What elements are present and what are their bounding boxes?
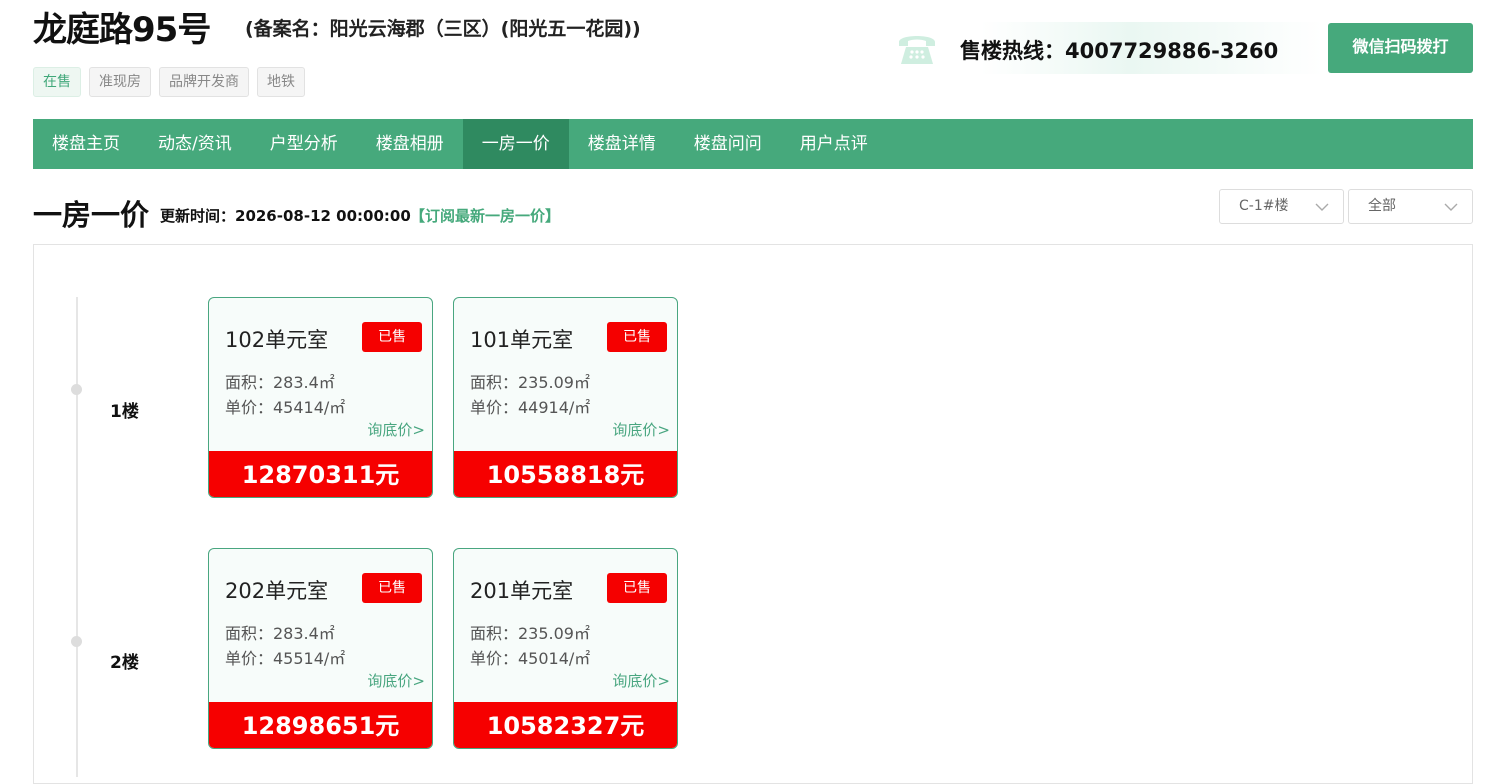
page-title: 龙庭路95号 <box>33 10 211 50</box>
total-price: 10558818元 <box>454 451 677 497</box>
unit-area: 面积：283.4㎡ <box>225 373 335 392</box>
unit-name: 101单元室 <box>470 328 574 352</box>
floor-timeline <box>76 297 78 777</box>
section-title: 一房一价 <box>33 198 150 232</box>
status-badge: 已售 <box>607 573 667 603</box>
status-select-value: 全部 <box>1368 198 1396 214</box>
unit-price-panel: 1楼 102单元室 已售 面积：283.4㎡ 单价：45414/㎡ 询底价> 1… <box>33 244 1473 784</box>
tab-unit-prices[interactable]: 一房一价 <box>462 119 569 169</box>
inquire-price-link[interactable]: 询底价> <box>612 419 670 440</box>
status-select[interactable]: 全部 <box>1348 189 1473 224</box>
unit-card[interactable]: 102单元室 已售 面积：283.4㎡ 单价：45414/㎡ 询底价> 1287… <box>208 297 433 498</box>
inquire-price-link[interactable]: 询底价> <box>367 419 425 440</box>
building-select-value: C-1#楼 <box>1239 198 1289 214</box>
sales-hotline: 售楼热线：4007729886-3260 <box>960 39 1279 63</box>
tab-reviews[interactable]: 用户点评 <box>781 119 887 169</box>
unit-name: 202单元室 <box>225 579 329 603</box>
timeline-dot <box>71 384 82 395</box>
unit-price-per-m2: 单价：45414/㎡ <box>225 398 346 417</box>
tag-list: 在售 准现房 品牌开发商 地铁 <box>33 67 305 97</box>
floor-label: 2楼 <box>110 653 139 673</box>
chevron-down-icon <box>1315 203 1329 211</box>
registered-name: (备案名：阳光云海郡（三区）(阳光五一花园)) <box>245 18 641 40</box>
status-badge: 已售 <box>362 573 422 603</box>
wechat-call-button[interactable]: 微信扫码拨打 <box>1328 23 1473 73</box>
unit-area: 面积：235.09㎡ <box>470 373 590 392</box>
tab-questions[interactable]: 楼盘问问 <box>675 119 781 169</box>
unit-name: 201单元室 <box>470 579 574 603</box>
unit-card[interactable]: 101单元室 已售 面积：235.09㎡ 单价：44914/㎡ 询底价> 105… <box>453 297 678 498</box>
floor-label: 1楼 <box>110 402 139 422</box>
tag-brand-developer: 品牌开发商 <box>159 67 249 97</box>
unit-price-per-m2: 单价：45014/㎡ <box>470 649 591 668</box>
status-badge: 已售 <box>607 322 667 352</box>
tab-home[interactable]: 楼盘主页 <box>33 119 139 169</box>
inquire-price-link[interactable]: 询底价> <box>612 670 670 691</box>
timeline-dot <box>71 636 82 647</box>
unit-price-per-m2: 单价：45514/㎡ <box>225 649 346 668</box>
phone-icon <box>899 36 935 64</box>
update-time: 更新时间：2026-08-12 00:00:00 <box>160 207 411 225</box>
subscribe-link[interactable]: 【订阅最新一房一价】 <box>410 205 560 226</box>
building-select[interactable]: C-1#楼 <box>1219 189 1344 224</box>
unit-area: 面积：283.4㎡ <box>225 624 335 643</box>
unit-name: 102单元室 <box>225 328 329 352</box>
hotline-area: 售楼热线：4007729886-3260 <box>895 22 1323 74</box>
tab-news[interactable]: 动态/资讯 <box>139 119 251 169</box>
tab-album[interactable]: 楼盘相册 <box>357 119 463 169</box>
tab-details[interactable]: 楼盘详情 <box>569 119 675 169</box>
total-price: 10582327元 <box>454 702 677 748</box>
unit-card[interactable]: 201单元室 已售 面积：235.09㎡ 单价：45014/㎡ 询底价> 105… <box>453 548 678 749</box>
unit-card[interactable]: 202单元室 已售 面积：283.4㎡ 单价：45514/㎡ 询底价> 1289… <box>208 548 433 749</box>
chevron-down-icon <box>1444 203 1458 211</box>
main-nav: 楼盘主页 动态/资讯 户型分析 楼盘相册 一房一价 楼盘详情 楼盘问问 用户点评 <box>33 119 1473 169</box>
tag-near-ready: 准现房 <box>89 67 151 97</box>
tag-on-sale: 在售 <box>33 67 81 97</box>
tag-metro: 地铁 <box>257 67 305 97</box>
unit-area: 面积：235.09㎡ <box>470 624 590 643</box>
tab-floor-plans[interactable]: 户型分析 <box>251 119 357 169</box>
status-badge: 已售 <box>362 322 422 352</box>
inquire-price-link[interactable]: 询底价> <box>367 670 425 691</box>
total-price: 12870311元 <box>209 451 432 497</box>
unit-price-per-m2: 单价：44914/㎡ <box>470 398 591 417</box>
total-price: 12898651元 <box>209 702 432 748</box>
page-header: 龙庭路95号 (备案名：阳光云海郡（三区）(阳光五一花园)) 在售 准现房 品牌… <box>33 0 1473 110</box>
